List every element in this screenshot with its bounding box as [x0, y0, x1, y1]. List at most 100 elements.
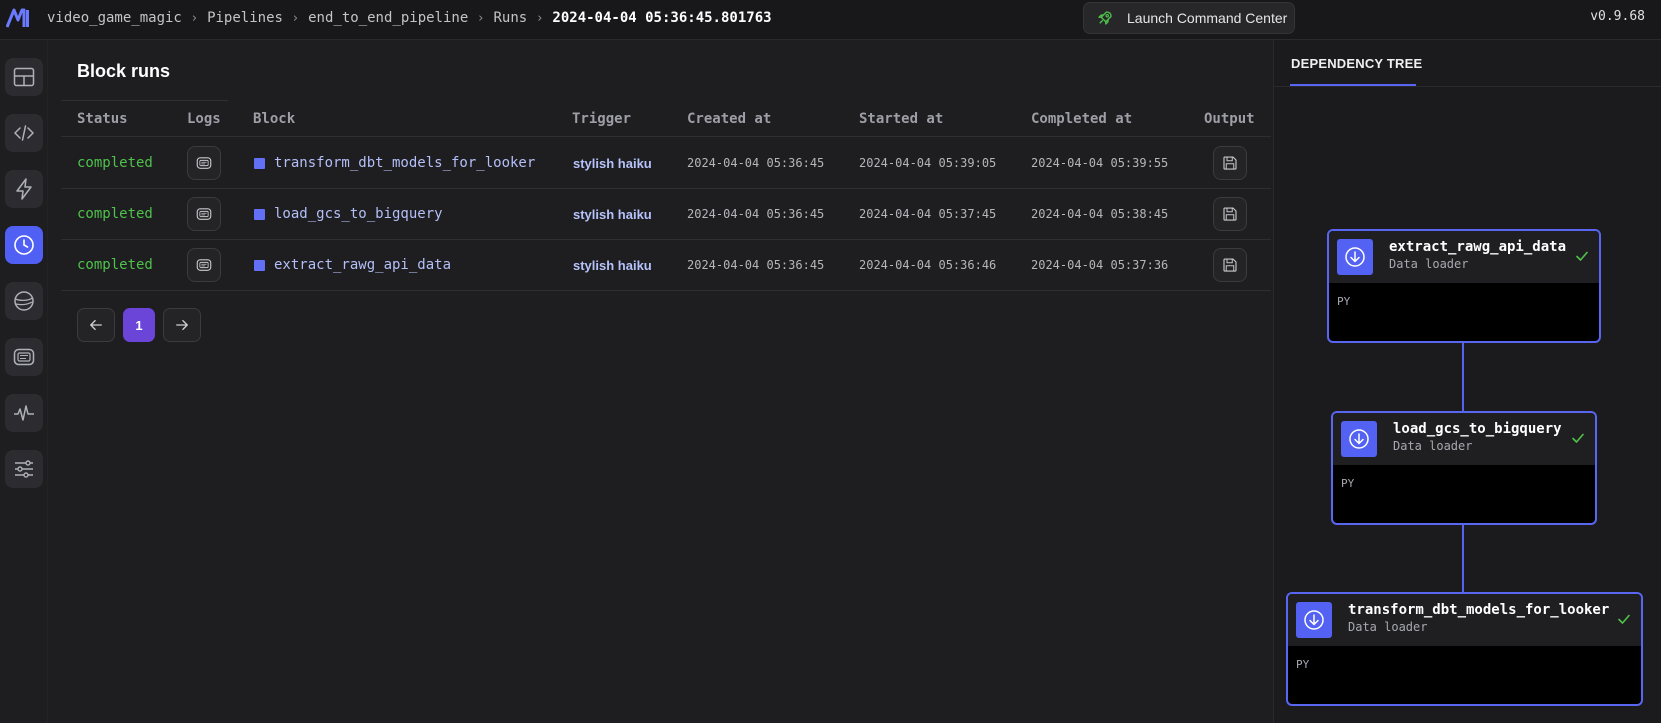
arrow-right-icon — [176, 319, 188, 331]
nav-triggers-button[interactable] — [5, 170, 43, 208]
rocket-icon — [1098, 11, 1112, 25]
data-loader-icon — [1337, 239, 1373, 275]
chevron-right-icon: › — [292, 10, 299, 26]
status-label: completed — [77, 257, 153, 273]
output-button[interactable] — [1213, 146, 1247, 180]
tab-divider — [1274, 86, 1661, 87]
chevron-right-icon: › — [537, 10, 543, 26]
node-name: extract_rawg_api_data — [1389, 239, 1567, 255]
node-type: Data loader — [1389, 257, 1469, 271]
planet-icon — [14, 291, 34, 311]
node-language: PY — [1337, 295, 1351, 308]
data-loader-icon — [1296, 602, 1332, 638]
status-label: completed — [77, 206, 153, 222]
dependency-node[interactable]: transform_dbt_models_for_looker Data loa… — [1286, 592, 1643, 706]
nav-settings-button[interactable] — [5, 450, 43, 488]
completed-at: 2024-04-04 05:38:45 — [1031, 207, 1169, 221]
node-header: load_gcs_to_bigquery Data loader — [1333, 413, 1595, 465]
block-link[interactable]: transform_dbt_models_for_looker — [254, 138, 535, 188]
trigger-link[interactable]: stylish haiku — [573, 156, 652, 171]
lightning-icon — [16, 178, 32, 200]
previous-page-button[interactable] — [77, 308, 115, 342]
tab-dependency-tree[interactable]: DEPENDENCY TREE — [1291, 56, 1422, 71]
completed-at: 2024-04-04 05:39:55 — [1031, 156, 1169, 170]
code-icon — [14, 125, 34, 141]
nav-pipelines-button[interactable] — [5, 58, 43, 96]
node-language: PY — [1341, 477, 1355, 490]
save-icon — [1223, 207, 1237, 221]
node-type: Data loader — [1348, 620, 1428, 634]
breadcrumb-runs[interactable]: Runs — [493, 10, 527, 26]
logs-icon — [196, 208, 212, 220]
sliders-icon — [15, 460, 33, 478]
block-color-swatch — [254, 157, 265, 169]
layout-icon — [13, 67, 35, 87]
nav-code-button[interactable] — [5, 114, 43, 152]
block-link[interactable]: extract_rawg_api_data — [254, 240, 451, 290]
version-label: v0.9.68 — [1590, 9, 1645, 24]
block-name: transform_dbt_models_for_looker — [274, 155, 536, 171]
mage-logo-icon[interactable] — [6, 8, 30, 28]
check-icon — [1572, 433, 1584, 443]
nav-runs-button[interactable] — [5, 226, 43, 264]
dependency-node[interactable]: load_gcs_to_bigquery Data loader PY — [1331, 411, 1597, 525]
block-name: load_gcs_to_bigquery — [274, 206, 443, 222]
logs-button[interactable] — [187, 146, 221, 180]
block-color-swatch — [254, 259, 265, 271]
check-icon — [1618, 614, 1630, 624]
save-icon — [1223, 258, 1237, 272]
nav-terminal-button[interactable] — [5, 338, 43, 376]
node-name: load_gcs_to_bigquery — [1393, 421, 1562, 437]
nav-monitor-button[interactable] — [5, 394, 43, 432]
column-header-status: Status — [77, 111, 128, 127]
data-loader-icon — [1341, 421, 1377, 457]
created-at: 2024-04-04 05:36:45 — [687, 207, 825, 221]
chevron-right-icon: › — [191, 10, 198, 26]
breadcrumb-current-run: 2024-04-04 05:36:45.801763 — [552, 10, 772, 26]
left-nav — [0, 40, 48, 723]
breadcrumb-pipelines[interactable]: Pipelines — [207, 10, 283, 26]
status-label: completed — [77, 155, 153, 171]
breadcrumb-project[interactable]: video_game_magic — [47, 10, 182, 26]
node-header: transform_dbt_models_for_looker Data loa… — [1288, 594, 1641, 646]
column-header-completed-at: Completed at — [1031, 111, 1133, 127]
clock-icon — [14, 235, 34, 255]
trigger-link[interactable]: stylish haiku — [573, 258, 652, 273]
launch-command-center-label: Launch Command Center — [1127, 10, 1288, 26]
started-at: 2024-04-04 05:36:46 — [859, 258, 997, 272]
launch-command-center-button[interactable]: Launch Command Center — [1083, 2, 1295, 34]
node-type: Data loader — [1393, 439, 1473, 453]
logs-button[interactable] — [187, 197, 221, 231]
nav-backfills-button[interactable] — [5, 282, 43, 320]
created-at: 2024-04-04 05:36:45 — [687, 156, 825, 170]
trigger-link[interactable]: stylish haiku — [573, 207, 652, 222]
table-row[interactable]: completed extract_rawg_api_data stylish … — [61, 240, 1271, 291]
block-link[interactable]: load_gcs_to_bigquery — [254, 189, 443, 239]
dependency-tree-panel: DEPENDENCY TREE extract_rawg_api_data Da… — [1273, 40, 1661, 723]
logs-button[interactable] — [187, 248, 221, 282]
block-color-swatch — [254, 208, 265, 220]
column-header-block: Block — [253, 111, 296, 127]
table-row[interactable]: completed transform_dbt_models_for_looke… — [61, 138, 1271, 189]
output-button[interactable] — [1213, 197, 1247, 231]
table-row[interactable]: completed load_gcs_to_bigquery stylish h… — [61, 189, 1271, 240]
pulse-icon — [14, 405, 34, 421]
dependency-node[interactable]: extract_rawg_api_data Data loader PY — [1327, 229, 1601, 343]
created-at: 2024-04-04 05:36:45 — [687, 258, 825, 272]
breadcrumb: video_game_magic › Pipelines › end_to_en… — [47, 0, 772, 36]
table-header: Status Logs Block Trigger Created at Sta… — [61, 101, 1271, 137]
started-at: 2024-04-04 05:39:05 — [859, 156, 997, 170]
column-header-logs: Logs — [187, 111, 221, 127]
top-header: video_game_magic › Pipelines › end_to_en… — [0, 0, 1661, 40]
chevron-right-icon: › — [478, 10, 484, 26]
breadcrumb-pipeline[interactable]: end_to_end_pipeline — [308, 10, 468, 26]
next-page-button[interactable] — [163, 308, 201, 342]
column-header-created-at: Created at — [687, 111, 772, 127]
page-1-button[interactable]: 1 — [123, 308, 155, 342]
save-icon — [1223, 156, 1237, 170]
column-header-started-at: Started at — [859, 111, 944, 127]
column-header-output: Output — [1204, 111, 1255, 127]
output-button[interactable] — [1213, 248, 1247, 282]
node-language: PY — [1296, 658, 1310, 671]
column-header-trigger: Trigger — [572, 111, 632, 127]
